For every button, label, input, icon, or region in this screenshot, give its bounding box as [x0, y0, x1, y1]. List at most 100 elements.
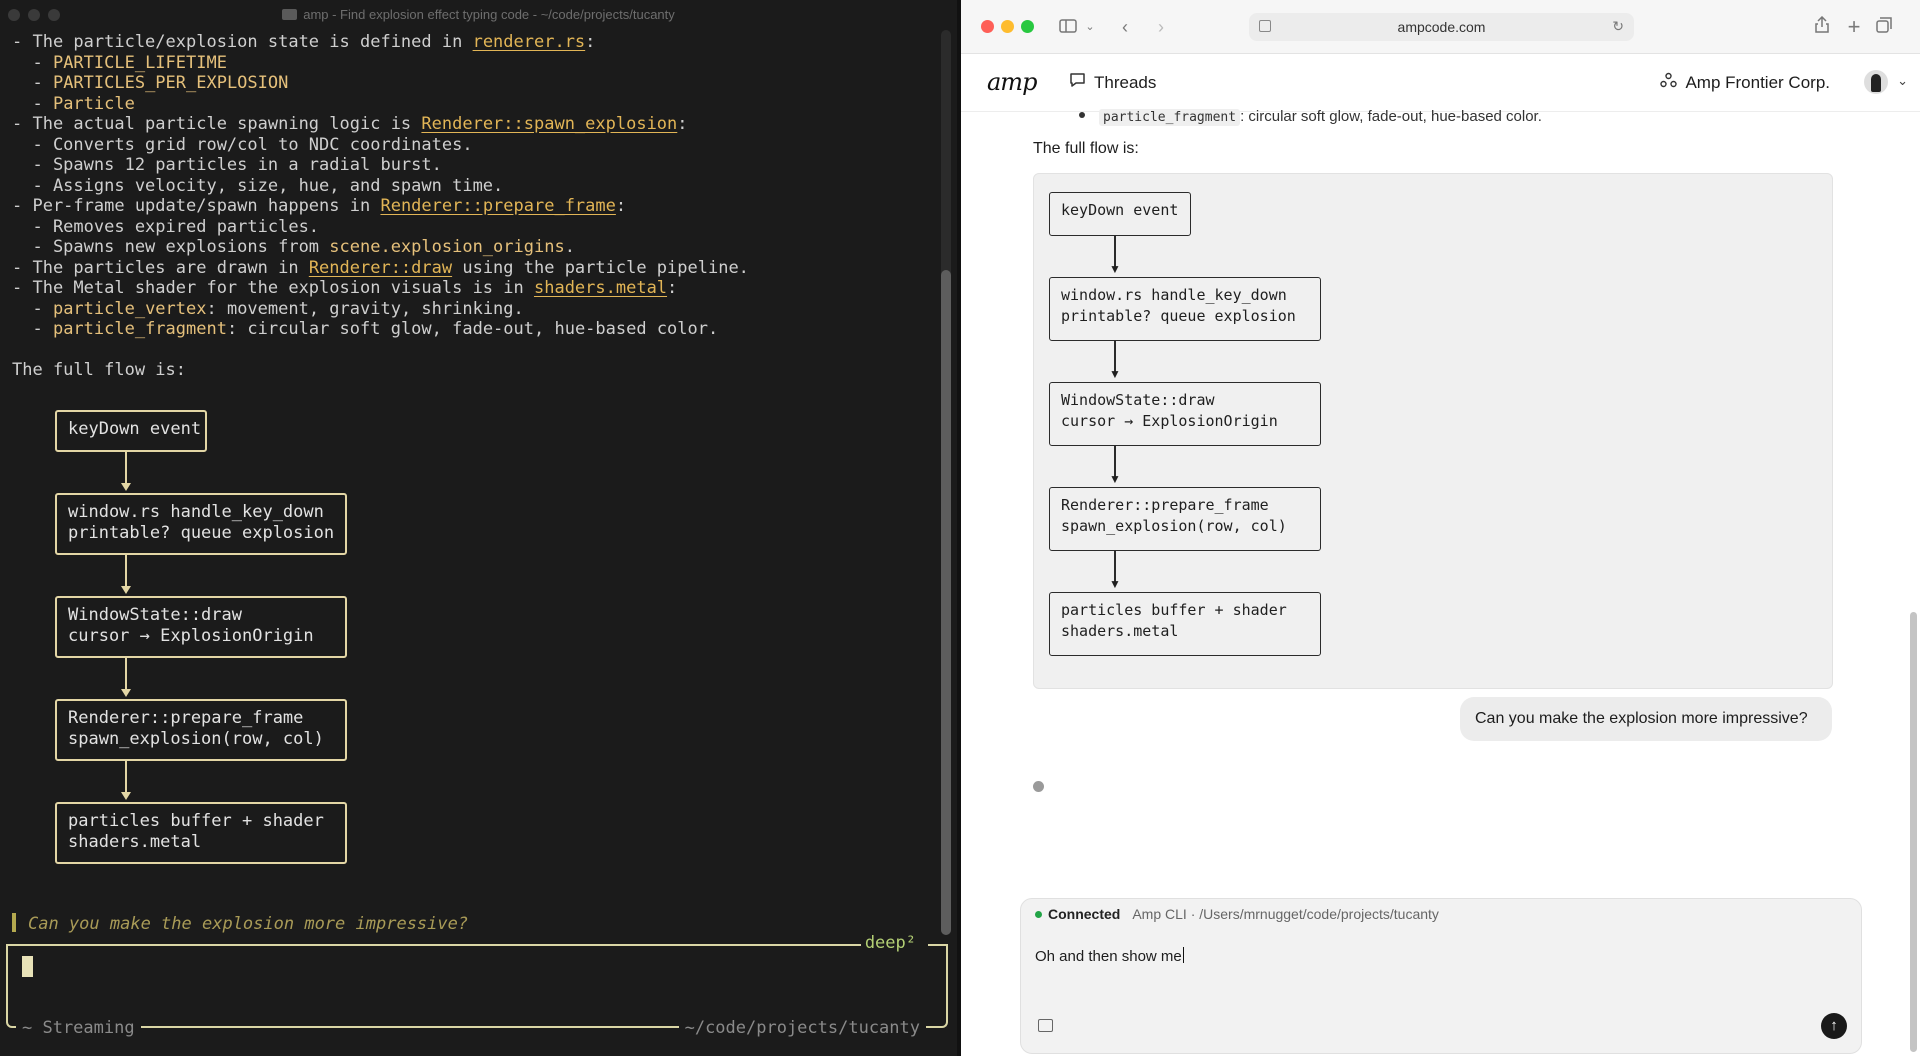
flow-step: particles buffer + shader shaders.metal: [1049, 592, 1321, 656]
app-header: amp Threads Amp Frontier Corp. ⌄: [961, 54, 1920, 112]
close-icon[interactable]: [981, 20, 994, 33]
flow-step: WindowState::draw cursor → ExplosionOrig…: [1049, 382, 1321, 446]
terminal-input-box[interactable]: deep²: [6, 933, 948, 1028]
flow-step: keyDown event: [55, 410, 207, 452]
terminal-line: - Converts grid row/col to NDC coordinat…: [12, 135, 932, 156]
zoom-icon[interactable]: [48, 9, 60, 21]
send-button[interactable]: ↑: [1821, 1013, 1847, 1039]
arrow-down-icon: ▼: [1109, 577, 1121, 591]
connection-label: Connected: [1048, 906, 1121, 922]
message-input[interactable]: Oh and then show me: [1035, 947, 1835, 965]
file-link[interactable]: Renderer::prepare_frame: [380, 196, 615, 216]
terminal-window-controls[interactable]: [8, 9, 60, 21]
chevron-down-icon[interactable]: ⌄: [1897, 73, 1908, 89]
address-bar[interactable]: ampcode.com ↻: [1249, 13, 1634, 41]
chevron-down-icon[interactable]: ⌄: [1083, 14, 1097, 40]
terminal-text: scene.explosion_origins: [329, 237, 565, 257]
file-link[interactable]: shaders.metal: [534, 278, 667, 298]
terminal-scrollbar-thumb[interactable]: [941, 270, 951, 935]
terminal-text: -: [12, 52, 53, 73]
file-link[interactable]: Renderer::draw: [309, 258, 452, 278]
terminal-text: .: [564, 237, 575, 257]
terminal-text: : movement, gravity, shrinking.: [206, 298, 524, 319]
terminal-text: - Removes expired particles.: [12, 216, 320, 237]
terminal-line: - PARTICLES_PER_EXPLOSION: [12, 73, 932, 94]
arrow-up-icon: ↑: [1830, 1017, 1838, 1034]
terminal-line: - The actual particle spawning logic is …: [12, 114, 932, 135]
terminal-text: :: [585, 32, 596, 52]
reload-icon[interactable]: ↻: [1612, 18, 1624, 35]
terminal-text: :: [667, 278, 678, 298]
terminal-line: - Removes expired particles.: [12, 217, 932, 238]
url-text: ampcode.com: [1397, 19, 1486, 35]
file-link[interactable]: renderer.rs: [473, 32, 586, 52]
terminal-text: - The particles are drawn in: [12, 257, 309, 278]
user-message-text: Can you make the explosion more impressi…: [1475, 710, 1808, 727]
zoom-icon[interactable]: [1021, 20, 1034, 33]
terminal-text: -: [12, 73, 53, 93]
browser-toolbar: ⌄ ‹ › ampcode.com ↻ +: [961, 0, 1920, 54]
chevron-left-icon[interactable]: ‹: [1117, 14, 1133, 40]
terminal-titlebar: amp - Find explosion effect typing code …: [0, 0, 957, 28]
prompt-marker: [12, 913, 16, 932]
message-composer: Connected Amp CLI · /Users/mrnugget/code…: [1020, 898, 1862, 1054]
share-icon[interactable]: [1812, 14, 1832, 40]
terminal-text: particle_vertex: [52, 298, 207, 319]
terminal-text: :: [615, 196, 627, 216]
mode-label: deep²: [860, 933, 920, 953]
terminal-text: - Per-frame update/spawn happens in: [12, 196, 381, 216]
terminal-line: - Per-frame update/spawn happens in Rend…: [12, 196, 932, 217]
terminal-output: - The particle/explosion state is define…: [12, 32, 932, 381]
thinking-indicator: [1033, 781, 1044, 792]
org-icon: [1660, 72, 1678, 93]
arrow-down-icon: [121, 483, 131, 491]
amp-logo[interactable]: amp: [987, 68, 1037, 96]
code-block[interactable]: keyDown event ▼ window.rs handle_key_down …: [1033, 173, 1833, 689]
terminal-text: The full flow is:: [12, 360, 186, 380]
terminal-line: - particle_vertex: movement, gravity, sh…: [12, 299, 932, 320]
file-link[interactable]: Renderer::spawn_explosion: [421, 114, 677, 134]
list-item-text: : circular soft glow, fade-out, hue-base…: [1240, 108, 1542, 125]
terminal-text: - The Metal shader for the explosion vis…: [12, 278, 534, 298]
arrow-down-icon: [121, 792, 131, 800]
terminal-line: - Spawns new explosions from scene.explo…: [12, 237, 932, 258]
plus-icon[interactable]: +: [1844, 14, 1864, 40]
terminal-scrollbar[interactable]: [941, 30, 951, 935]
flow-step: window.rs handle_key_down printable? que…: [1049, 277, 1321, 341]
terminal-line: - The particles are drawn in Renderer::d…: [12, 258, 932, 279]
chevron-right-icon[interactable]: ›: [1153, 14, 1169, 40]
terminal-text: - Spawns 12 particles in a radial burst.: [12, 155, 442, 175]
minimize-icon[interactable]: [28, 9, 40, 21]
image-icon[interactable]: [1038, 1019, 1053, 1032]
arrow-down-icon: ▼: [1109, 262, 1121, 276]
threads-label: Threads: [1094, 72, 1157, 92]
sidebar-icon[interactable]: [1057, 14, 1079, 40]
page-scrollbar[interactable]: [1910, 612, 1917, 1052]
terminal-line: - The Metal shader for the explosion vis…: [12, 278, 932, 299]
arrow-down-icon: ▼: [1109, 472, 1121, 486]
terminal-line: - The particle/explosion state is define…: [12, 32, 932, 53]
minimize-icon[interactable]: [1001, 20, 1014, 33]
threads-link[interactable]: Threads: [1069, 72, 1156, 93]
close-icon[interactable]: [8, 9, 20, 21]
flow-step: Renderer::prepare_frame spawn_explosion(…: [1049, 487, 1321, 551]
browser-window: ⌄ ‹ › ampcode.com ↻ + amp Threads Amp Fr…: [961, 0, 1920, 1056]
flow-step: WindowState::draw cursor → ExplosionOrig…: [55, 596, 347, 658]
terminal-text: : circular soft glow, fade-out, hue-base…: [226, 319, 719, 339]
terminal-text: -: [12, 298, 53, 319]
terminal-text: - The particle/explosion state is define…: [12, 32, 473, 52]
avatar[interactable]: [1864, 70, 1888, 94]
flow-connector: [125, 452, 127, 484]
flow-step: Renderer::prepare_frame spawn_explosion(…: [55, 699, 347, 761]
org-switcher[interactable]: Amp Frontier Corp.: [1660, 72, 1830, 93]
flow-step: window.rs handle_key_down printable? que…: [55, 493, 347, 555]
list-item: particle_fragment: circular soft glow, f…: [1079, 108, 1542, 126]
terminal-text: - Converts grid row/col to NDC coordinat…: [12, 134, 473, 155]
tabs-icon[interactable]: [1874, 14, 1894, 40]
terminal-cursor: [22, 956, 33, 977]
terminal-line: - Particle: [12, 94, 932, 115]
terminal-text: particle_fragment: [52, 319, 227, 339]
terminal-text: Particle: [52, 93, 135, 114]
flow-connector: [125, 658, 127, 690]
